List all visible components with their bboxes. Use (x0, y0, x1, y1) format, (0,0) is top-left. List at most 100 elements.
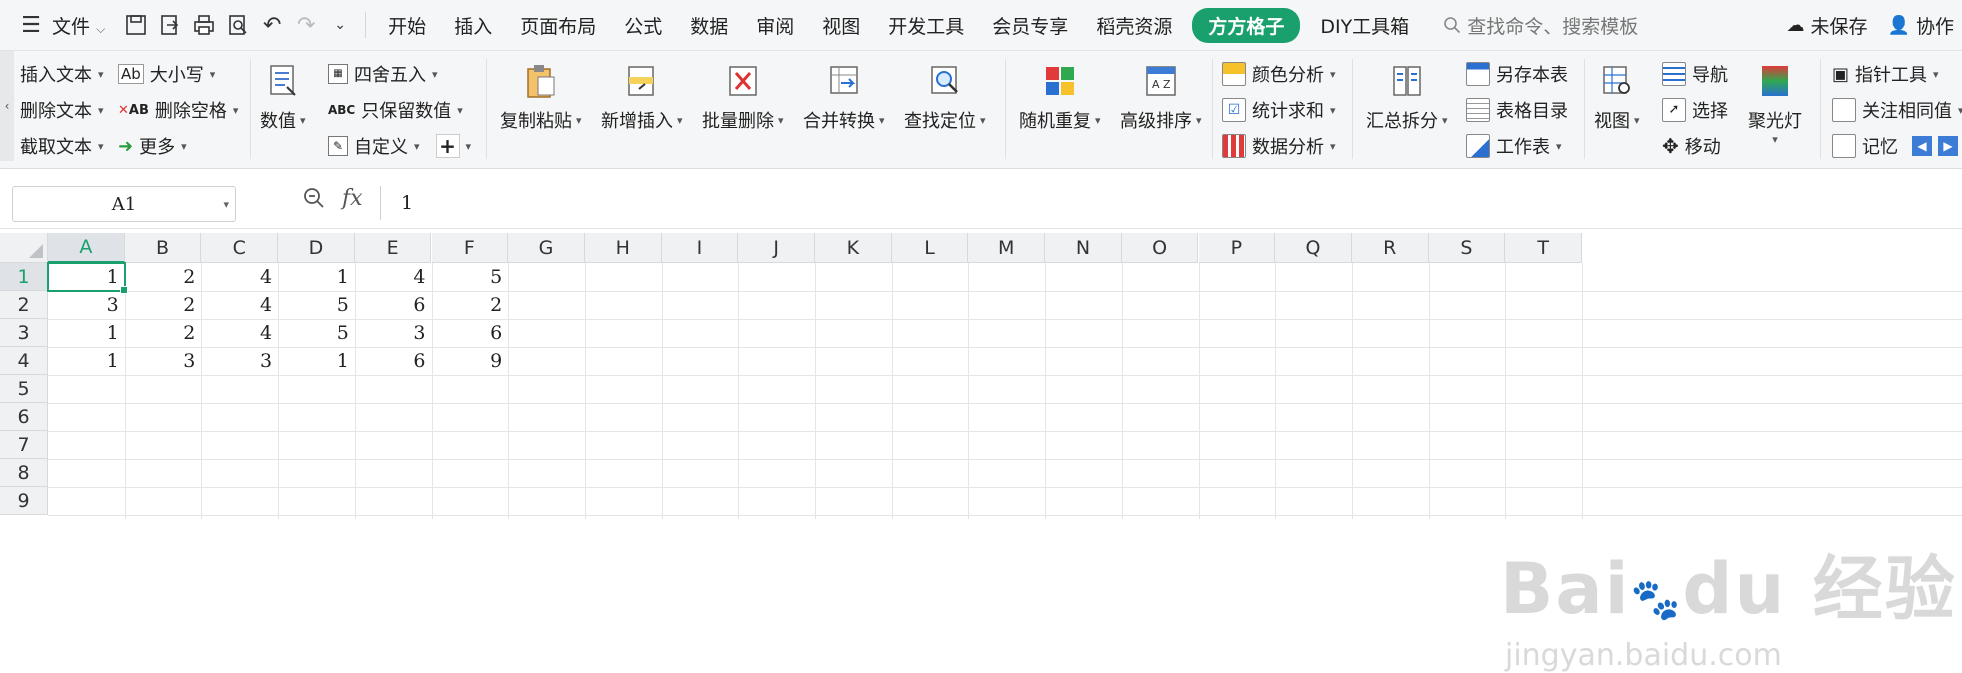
hamburger-menu-icon[interactable]: ☰ (14, 8, 48, 42)
column-header-f[interactable]: F (431, 233, 509, 263)
row-header-7[interactable]: 7 (0, 431, 48, 459)
column-header-t[interactable]: T (1505, 233, 1582, 263)
new-insert-button[interactable]: 新增插入 ▾ (601, 61, 683, 133)
cell-f3[interactable]: 6 (432, 319, 509, 347)
case-button[interactable]: Ab 大小写 ▾ (118, 61, 215, 87)
cell-f2[interactable]: 2 (432, 291, 509, 319)
pointer-tool-button[interactable]: ▣ 指针工具 ▾ (1832, 61, 1939, 87)
keep-values-button[interactable]: ABC 只保留数值 ▾ (328, 97, 463, 123)
cell-f1[interactable]: 5 (432, 263, 509, 291)
column-header-n[interactable]: N (1045, 233, 1122, 263)
watch-same-value-button[interactable]: 关注相同值 ▾ (1832, 97, 1962, 123)
print-preview-icon[interactable] (221, 8, 255, 42)
memory-button[interactable]: 记忆 ◀ ▶ (1832, 133, 1958, 159)
column-header-d[interactable]: D (278, 233, 355, 263)
column-header-e[interactable]: E (354, 233, 432, 263)
column-header-i[interactable]: I (661, 233, 739, 263)
data-analysis-button[interactable]: 数据分析 ▾ (1222, 133, 1336, 159)
sheet-catalog-button[interactable]: 表格目录 (1466, 97, 1568, 123)
column-header-r[interactable]: R (1351, 233, 1429, 263)
cell-grid[interactable]: 124145324562124536133169 (47, 262, 1962, 519)
stat-sum-button[interactable]: ☑ 统计求和 ▾ (1222, 97, 1336, 123)
cell-b2[interactable]: 2 (125, 291, 202, 319)
merge-convert-button[interactable]: 合并转换 ▾ (803, 61, 885, 133)
cell-e3[interactable]: 3 (355, 319, 432, 347)
spotlight-dropdown-icon[interactable]: ▾ (1772, 133, 1778, 146)
copy-paste-button[interactable]: 复制粘贴 ▾ (500, 61, 582, 133)
column-header-s[interactable]: S (1428, 233, 1506, 263)
spotlight-button[interactable]: 聚光灯 ▾ (1748, 61, 1802, 146)
cell-d4[interactable]: 1 (278, 347, 355, 375)
tab-diy-toolbox[interactable]: DIY工具箱 (1306, 12, 1423, 39)
tab-data[interactable]: 数据 (676, 12, 742, 39)
move-button[interactable]: ✥ 移动 (1662, 133, 1721, 159)
column-header-p[interactable]: P (1198, 233, 1276, 263)
fill-handle[interactable] (119, 286, 128, 294)
row-header-2[interactable]: 2 (0, 291, 48, 319)
command-search[interactable]: 查找命令、搜索模板 (1443, 12, 1638, 39)
column-header-a[interactable]: A (48, 233, 125, 263)
cell-e1[interactable]: 4 (355, 263, 432, 291)
tab-docer[interactable]: 稻壳资源 (1082, 12, 1186, 39)
view-button[interactable]: 视图 ▾ (1594, 61, 1640, 133)
value-button[interactable]: 数值 ▾ (260, 61, 306, 133)
unsaved-status[interactable]: 未保存 (1811, 12, 1868, 39)
insert-text-button[interactable]: 插入文本 ▾ (20, 61, 104, 87)
cell-a3[interactable]: 1 (48, 319, 125, 347)
worksheet-button[interactable]: 工作表 ▾ (1466, 133, 1562, 159)
file-menu[interactable]: 文件 ⌵ (48, 12, 119, 39)
column-header-q[interactable]: Q (1275, 233, 1352, 263)
round-button[interactable]: ▦ 四舍五入 ▾ (328, 61, 438, 87)
advanced-sort-button[interactable]: A Z 高级排序 ▾ (1120, 61, 1202, 133)
find-locate-button[interactable]: 查找定位 ▾ (904, 61, 986, 133)
cell-d3[interactable]: 5 (278, 319, 355, 347)
name-box[interactable]: A1 ▾ (12, 186, 236, 222)
color-analysis-button[interactable]: 颜色分析 ▾ (1222, 61, 1336, 87)
custom-button[interactable]: ✎ 自定义 ▾ + ▾ (328, 133, 471, 159)
select-button[interactable]: ➚ 选择 (1662, 97, 1728, 123)
cell-e2[interactable]: 6 (355, 291, 432, 319)
cell-a2[interactable]: 3 (48, 291, 125, 319)
navigation-button[interactable]: 导航 (1662, 61, 1728, 87)
tab-insert[interactable]: 插入 (440, 12, 506, 39)
cell-c1[interactable]: 4 (201, 263, 278, 291)
cell-b3[interactable]: 2 (125, 319, 202, 347)
delete-text-button[interactable]: 删除文本 ▾ (20, 97, 104, 123)
random-repeat-button[interactable]: 随机重复 ▾ (1019, 61, 1101, 133)
select-all-corner[interactable] (0, 233, 48, 263)
cell-f4[interactable]: 9 (432, 347, 509, 375)
column-header-b[interactable]: B (124, 233, 202, 263)
column-header-o[interactable]: O (1121, 233, 1199, 263)
remove-spaces-button[interactable]: ✕AB 删除空格 ▾ (118, 97, 238, 123)
tab-start[interactable]: 开始 (374, 12, 440, 39)
ribbon-scroll-left[interactable]: ‹ (0, 51, 14, 161)
cell-c2[interactable]: 4 (201, 291, 278, 319)
column-header-m[interactable]: M (968, 233, 1046, 263)
cell-d2[interactable]: 5 (278, 291, 355, 319)
summary-split-button[interactable]: 汇总拆分 ▾ (1366, 61, 1448, 133)
column-header-k[interactable]: K (815, 233, 892, 263)
fx-button[interactable]: fx (342, 186, 363, 211)
redo-icon[interactable]: ↷ (289, 8, 323, 42)
row-header-1[interactable]: 1 (0, 263, 48, 291)
tab-review[interactable]: 审阅 (742, 12, 808, 39)
print-icon[interactable] (187, 8, 221, 42)
tab-member[interactable]: 会员专享 (978, 12, 1082, 39)
cell-b1[interactable]: 2 (125, 263, 202, 291)
row-header-6[interactable]: 6 (0, 403, 48, 431)
row-header-3[interactable]: 3 (0, 319, 48, 347)
column-header-l[interactable]: L (891, 233, 969, 263)
row-header-4[interactable]: 4 (0, 347, 48, 375)
tab-ffcell[interactable]: 方方格子 (1192, 7, 1301, 43)
tab-formula[interactable]: 公式 (610, 12, 676, 39)
row-header-8[interactable]: 8 (0, 459, 48, 487)
export-pdf-icon[interactable] (153, 8, 187, 42)
column-header-j[interactable]: J (738, 233, 815, 263)
extract-text-button[interactable]: 截取文本 ▾ (20, 133, 104, 159)
column-header-c[interactable]: C (201, 233, 279, 263)
save-sheet-as-button[interactable]: 另存本表 (1466, 61, 1568, 87)
name-box-dropdown-icon[interactable]: ▾ (223, 198, 229, 211)
formula-input[interactable]: 1 (380, 186, 1962, 220)
column-header-g[interactable]: G (508, 233, 585, 263)
column-header-h[interactable]: H (584, 233, 662, 263)
